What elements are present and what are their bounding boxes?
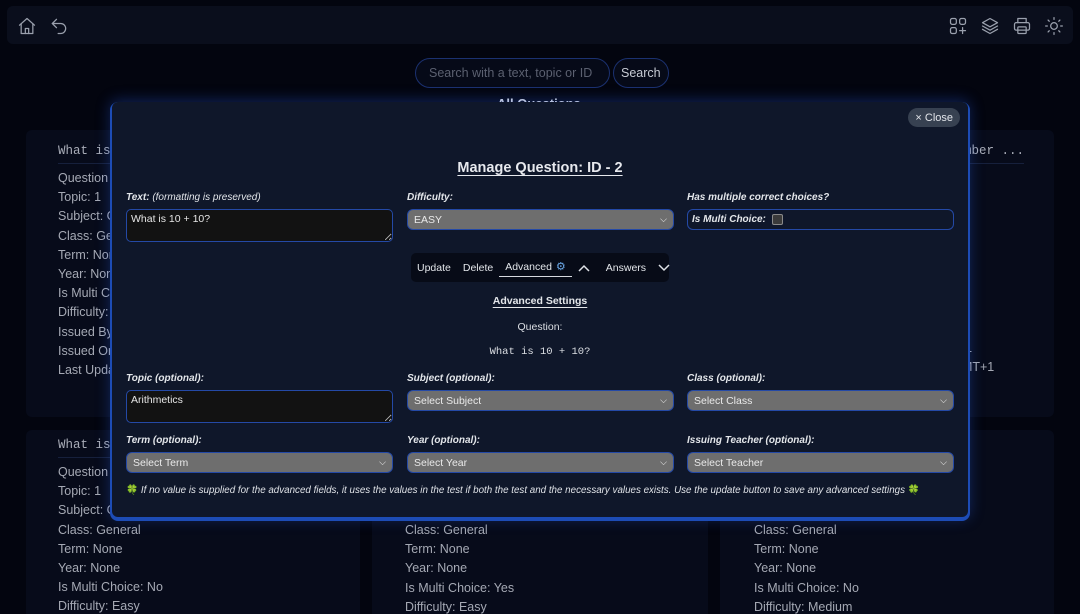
printer-icon[interactable]	[1010, 14, 1034, 38]
chevron-up-icon[interactable]	[572, 259, 596, 277]
tab-answers[interactable]: Answers	[600, 259, 652, 277]
card-detail-row: Term: None	[405, 542, 470, 557]
card-detail-row: Is Multi Choice: No	[58, 580, 163, 595]
card-detail-row: Class: General	[754, 523, 837, 537]
layers-icon[interactable]	[978, 14, 1002, 38]
card-detail-row: Year: None	[58, 560, 121, 575]
subject-label: Subject (optional):	[407, 373, 495, 384]
topic-input[interactable]	[126, 390, 393, 423]
clover-icon: 🍀	[126, 485, 139, 496]
advanced-settings-title: Advanced Settings	[492, 295, 588, 307]
question-preview: What is 10 + 10?	[489, 346, 591, 358]
gear-icon: ⚙	[555, 261, 566, 273]
modal-title-text: Manage Question: ID - 2	[457, 160, 623, 176]
class-select[interactable]: Select Class ⌵	[687, 390, 954, 411]
multi-choice-box-label: Is Multi Choice:	[692, 214, 766, 225]
card-detail-row: Term: None	[58, 541, 123, 556]
year-field: Year (optional): Select Year ⌵	[407, 435, 674, 473]
difficulty-value: EASY	[414, 213, 443, 226]
chevron-down-icon: ⌵	[940, 395, 947, 405]
multi-choice-checkbox[interactable]	[771, 214, 783, 225]
subject-value: Select Subject	[414, 394, 482, 407]
text-field: Text: (formatting is preserved)	[126, 192, 393, 247]
difficulty-field: Difficulty: EASY ⌵	[407, 192, 674, 230]
card-detail-row: Year: None	[754, 561, 817, 576]
teacher-field: Issuing Teacher (optional): Select Teach…	[687, 435, 954, 473]
card-detail-row: Is Multi Choice: Yes	[405, 580, 515, 595]
term-label: Term (optional):	[126, 435, 202, 446]
subject-select[interactable]: Select Subject ⌵	[407, 390, 674, 411]
tab-advanced[interactable]: Advanced ⚙	[499, 259, 572, 277]
term-select[interactable]: Select Term ⌵	[126, 452, 393, 473]
top-bar	[7, 6, 1073, 44]
add-grid-icon[interactable]	[946, 14, 970, 38]
card-detail-row: Difficulty: Medium	[754, 599, 853, 614]
close-button[interactable]: × Close	[908, 108, 960, 127]
question-text-input[interactable]	[126, 209, 393, 242]
term-field: Term (optional): Select Term ⌵	[126, 435, 393, 473]
chevron-down-icon[interactable]	[652, 259, 676, 277]
tab-delete[interactable]: Delete	[457, 259, 499, 277]
sun-icon[interactable]	[1042, 14, 1066, 38]
text-label: Text: (formatting is preserved)	[126, 192, 261, 203]
tab-advanced-label: Advanced	[505, 261, 552, 273]
year-label: Year (optional):	[407, 435, 480, 446]
card-detail-row: Is Multi Choice: No	[754, 580, 859, 595]
home-icon[interactable]	[15, 14, 39, 38]
multi-choice-field: Has multiple correct choices? Is Multi C…	[687, 192, 954, 230]
chevron-down-icon: ⌵	[660, 214, 667, 224]
card-detail-row: Year: None	[405, 561, 468, 576]
chevron-down-icon: ⌵	[660, 395, 667, 405]
multi-choice-box: Is Multi Choice:	[687, 209, 954, 230]
teacher-value: Select Teacher	[694, 456, 764, 469]
term-value: Select Term	[133, 456, 189, 469]
action-tabs: Update Delete Advanced ⚙ Answers	[411, 253, 670, 282]
difficulty-label: Difficulty:	[407, 192, 453, 203]
advanced-note-text: If no value is supplied for the advanced…	[138, 485, 908, 496]
chevron-down-icon: ⌵	[660, 457, 667, 467]
chevron-down-icon: ⌵	[940, 457, 947, 467]
tab-update[interactable]: Update	[411, 259, 457, 277]
card-detail-row: Class: General	[58, 522, 141, 537]
topic-label: Topic (optional):	[126, 373, 204, 384]
manage-question-modal: × Close Manage Question: ID - 2 Text: (f…	[112, 102, 968, 517]
year-value: Select Year	[414, 456, 468, 469]
card-detail-row: Difficulty: Easy	[405, 599, 487, 614]
class-field: Class (optional): Select Class ⌵	[687, 373, 954, 411]
class-value: Select Class	[694, 394, 753, 407]
teacher-select[interactable]: Select Teacher ⌵	[687, 452, 954, 473]
teacher-label: Issuing Teacher (optional):	[687, 435, 815, 446]
card-detail-row: Class: General	[405, 523, 488, 537]
undo-icon[interactable]	[47, 14, 71, 38]
year-select[interactable]: Select Year ⌵	[407, 452, 674, 473]
class-label: Class (optional):	[687, 373, 766, 384]
search-bar: Search	[415, 58, 669, 88]
card-detail-row: Term: None	[754, 542, 819, 557]
chevron-down-icon: ⌵	[379, 457, 386, 467]
card-detail-row: Difficulty: Easy	[58, 599, 140, 614]
clover-icon: 🍀	[907, 485, 920, 496]
topic-field: Topic (optional):	[126, 373, 393, 428]
search-input[interactable]	[415, 58, 610, 88]
advanced-note: 🍀 If no value is supplied for the advanc…	[126, 485, 920, 496]
multi-choice-label: Has multiple correct choices?	[687, 192, 830, 203]
modal-title: Manage Question: ID - 2	[112, 160, 968, 176]
search-button[interactable]: Search	[613, 58, 669, 88]
difficulty-select[interactable]: EASY ⌵	[407, 209, 674, 230]
subject-field: Subject (optional): Select Subject ⌵	[407, 373, 674, 411]
question-label: Question:	[517, 321, 563, 333]
